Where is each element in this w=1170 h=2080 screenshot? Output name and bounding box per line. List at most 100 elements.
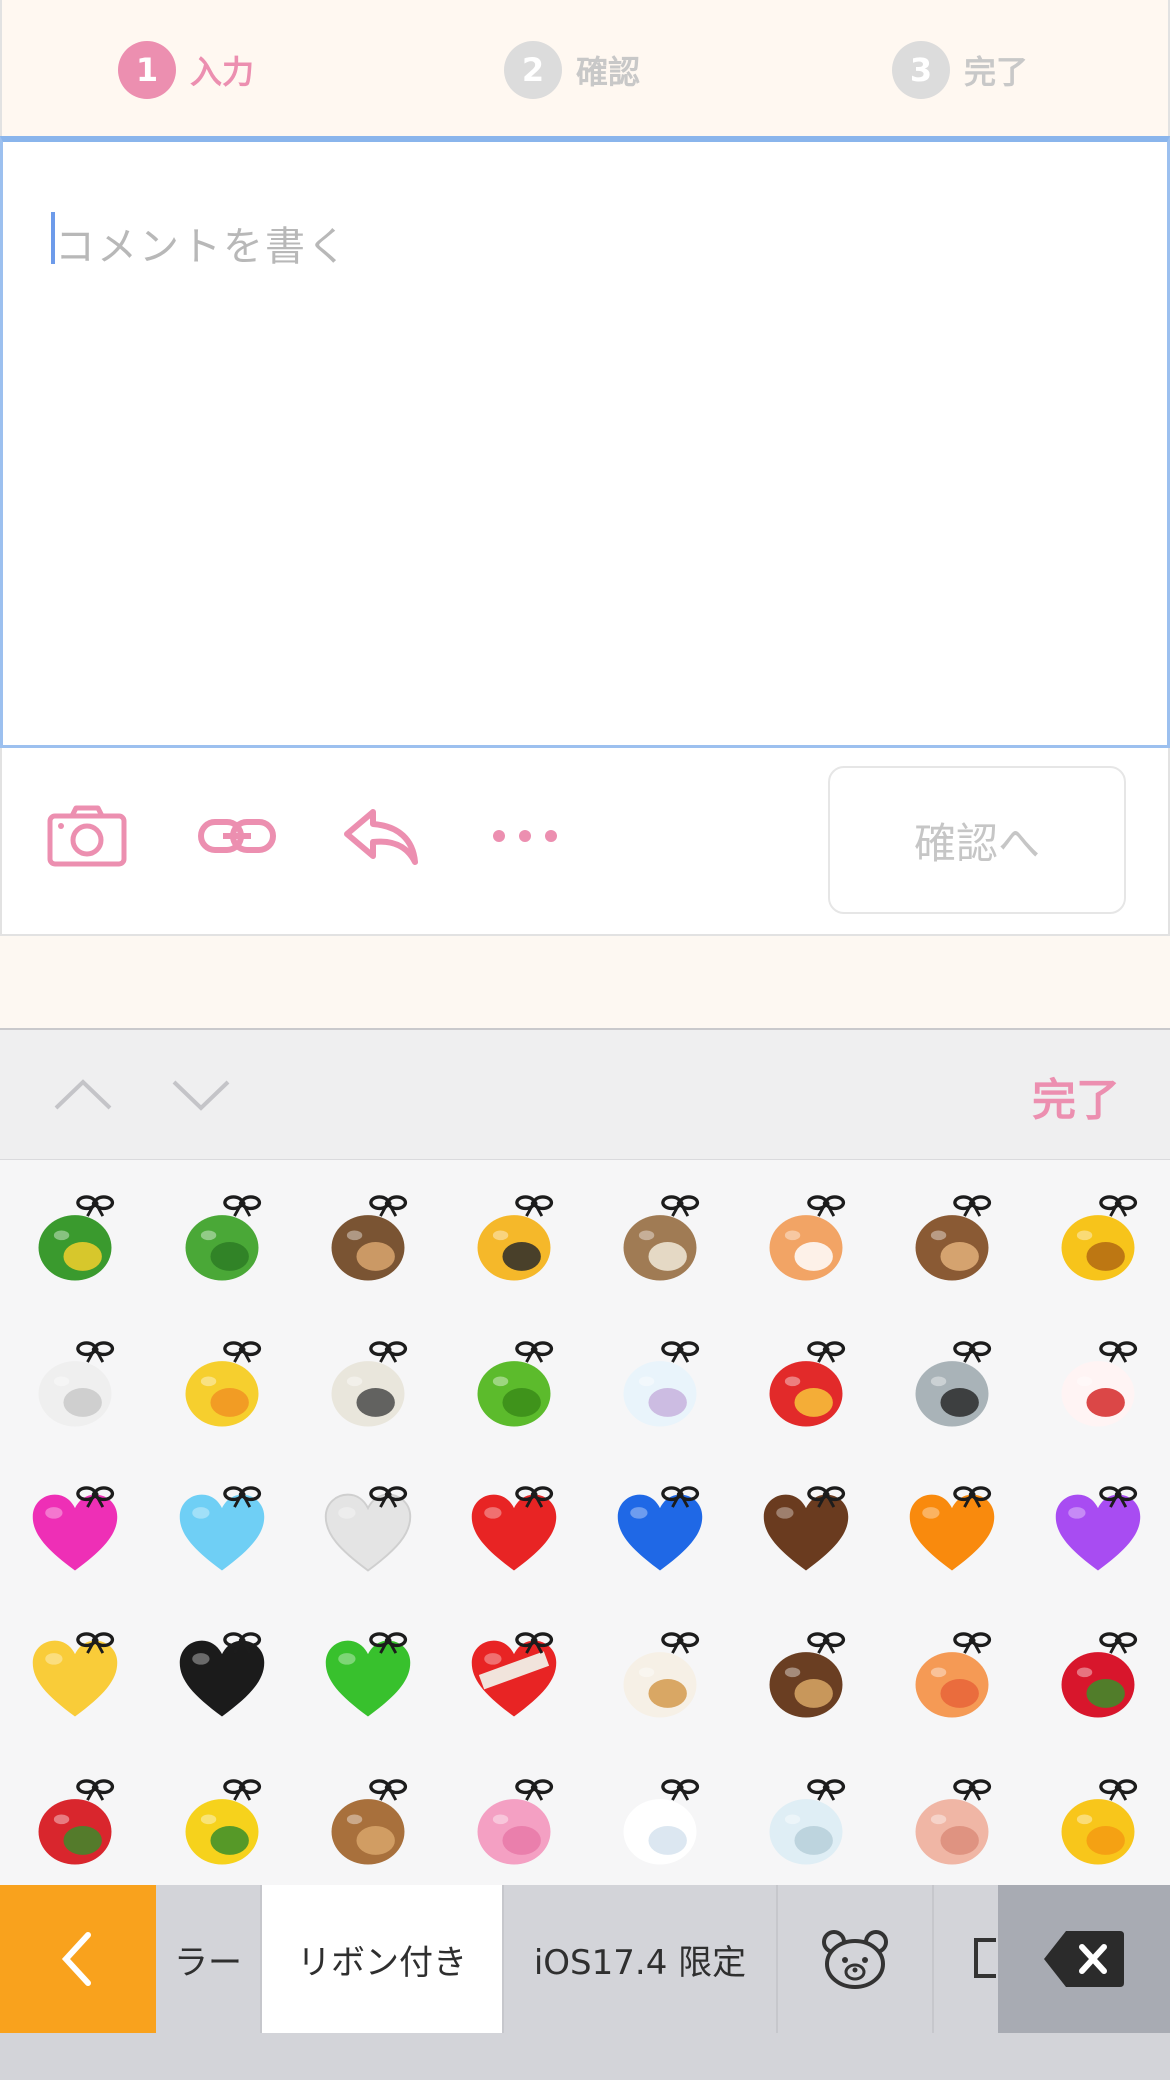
donut-icon	[769, 1632, 846, 1718]
emoji-purple-heart[interactable]	[1025, 1461, 1170, 1607]
ballet-shoes-icon	[915, 1779, 992, 1865]
emoji-teddy-bear[interactable]	[295, 1754, 441, 1885]
cherries-icon	[1061, 1632, 1138, 1718]
comment-input[interactable]: コメントを書く	[0, 136, 1170, 748]
confirm-button[interactable]: 確認へ	[828, 766, 1126, 914]
tab-ribbon[interactable]: リボン付き	[262, 1885, 504, 2033]
pink-heart-icon	[32, 1486, 118, 1571]
green-heart-icon	[325, 1632, 411, 1717]
emoji-dragon[interactable]	[149, 1170, 295, 1316]
link-button[interactable]	[192, 796, 282, 876]
emoji-light-blue-heart[interactable]	[149, 1461, 295, 1607]
cloud-icon	[623, 1779, 700, 1865]
delete-button[interactable]	[998, 1885, 1170, 2033]
emoji-donut[interactable]	[733, 1607, 879, 1753]
emoji-fries[interactable]	[733, 1316, 879, 1462]
tab-ios174[interactable]: iOS17.4 限定	[504, 1885, 778, 2033]
chevron-up-icon[interactable]	[48, 1070, 118, 1120]
emoji-chick[interactable]	[149, 1316, 295, 1462]
cat-icon	[769, 1195, 846, 1281]
emoji-green-apple[interactable]	[441, 1316, 587, 1462]
emoji-stamp[interactable]	[1025, 1316, 1170, 1462]
strawberry-icon	[38, 1779, 115, 1865]
chevron-left-icon	[61, 1932, 91, 1986]
emoji-pink-bow[interactable]	[441, 1754, 587, 1885]
emoji-yellow-heart[interactable]	[2, 1607, 148, 1753]
teddy-bear-icon	[331, 1779, 408, 1865]
emoji-wing[interactable]	[733, 1754, 879, 1885]
tiger-face-icon	[477, 1195, 554, 1281]
photo-icon	[974, 1938, 996, 1978]
emoji-dragon-face[interactable]	[2, 1170, 148, 1316]
emoji-brown-heart[interactable]	[733, 1461, 879, 1607]
camera-icon	[47, 805, 127, 867]
keyboard-bottom-strip	[0, 2033, 1170, 2080]
emoji-grid	[0, 1160, 1170, 1885]
white-heart-icon	[324, 1486, 412, 1572]
hedgehog-icon	[331, 1195, 408, 1281]
green-apple-icon	[477, 1341, 554, 1427]
bandaged-heart-icon	[471, 1632, 557, 1717]
emoji-lemon[interactable]	[149, 1754, 295, 1885]
emoji-cat[interactable]	[733, 1170, 879, 1316]
emoji-orange-heart[interactable]	[879, 1461, 1025, 1607]
emoji-cherries[interactable]	[1025, 1607, 1170, 1753]
lemon-icon	[185, 1779, 262, 1865]
emoji-pink-heart[interactable]	[2, 1461, 148, 1607]
step-number: 3	[892, 41, 950, 99]
emoji-alien[interactable]	[879, 1316, 1025, 1462]
fries-icon	[769, 1341, 846, 1427]
peach-icon	[915, 1632, 992, 1718]
reply-button[interactable]	[336, 796, 426, 876]
emoji-blue-heart[interactable]	[587, 1461, 733, 1607]
emoji-hedgehog[interactable]	[295, 1170, 441, 1316]
back-button[interactable]	[0, 1885, 156, 2033]
emoji-category-bar: ラー リボン付き iOS17.4 限定	[0, 1885, 1170, 2033]
emoji-ballet-shoes[interactable]	[879, 1754, 1025, 1885]
red-heart-icon	[471, 1486, 557, 1571]
dragon-icon	[185, 1195, 262, 1281]
blue-heart-icon	[617, 1486, 703, 1571]
more-button[interactable]	[480, 796, 570, 876]
reply-icon	[344, 809, 418, 865]
tab-color[interactable]: ラー	[156, 1885, 262, 2033]
emoji-cloud[interactable]	[587, 1754, 733, 1885]
emoji-goat[interactable]	[587, 1170, 733, 1316]
comment-toolbar: 確認へ	[0, 748, 1170, 936]
emoji-white-heart[interactable]	[295, 1461, 441, 1607]
step-label: 確認	[576, 53, 641, 91]
emoji-tiger-face[interactable]	[441, 1170, 587, 1316]
emoji-rabbit[interactable]	[2, 1316, 148, 1462]
done-button[interactable]: 完了	[1032, 1064, 1120, 1128]
purple-heart-icon	[1055, 1486, 1141, 1571]
camera-button[interactable]	[42, 796, 132, 876]
step-input: 1 入力	[118, 40, 254, 100]
orange-heart-icon	[909, 1486, 995, 1571]
tab-bear[interactable]	[778, 1885, 934, 2033]
chevron-down-icon[interactable]	[166, 1070, 236, 1120]
emoji-green-heart[interactable]	[295, 1607, 441, 1753]
emoji-cupcake[interactable]	[587, 1607, 733, 1753]
emoji-chipmunk[interactable]	[879, 1170, 1025, 1316]
wing-icon	[769, 1779, 846, 1865]
step-label: 入力	[190, 53, 255, 91]
cupcake-icon	[623, 1632, 700, 1718]
emoji-strawberry[interactable]	[2, 1754, 148, 1885]
chipmunk-icon	[915, 1195, 992, 1281]
pink-bow-icon	[477, 1779, 554, 1865]
emoji-red-heart[interactable]	[441, 1461, 587, 1607]
emoji-sheep[interactable]	[295, 1316, 441, 1462]
step-number: 1	[118, 41, 176, 99]
emoji-sun[interactable]	[1025, 1754, 1170, 1885]
emoji-bandaged-heart[interactable]	[441, 1607, 587, 1753]
emoji-peach[interactable]	[879, 1607, 1025, 1753]
sun-icon	[1061, 1779, 1138, 1865]
emoji-sunflower[interactable]	[1025, 1170, 1170, 1316]
rabbit-icon	[38, 1341, 115, 1427]
backspace-icon	[1044, 1931, 1124, 1987]
sheep-icon	[331, 1341, 408, 1427]
tab-photo[interactable]	[934, 1885, 998, 2033]
emoji-black-heart[interactable]	[149, 1607, 295, 1753]
emoji-bubbles[interactable]	[587, 1316, 733, 1462]
sunflower-icon	[1061, 1195, 1138, 1281]
